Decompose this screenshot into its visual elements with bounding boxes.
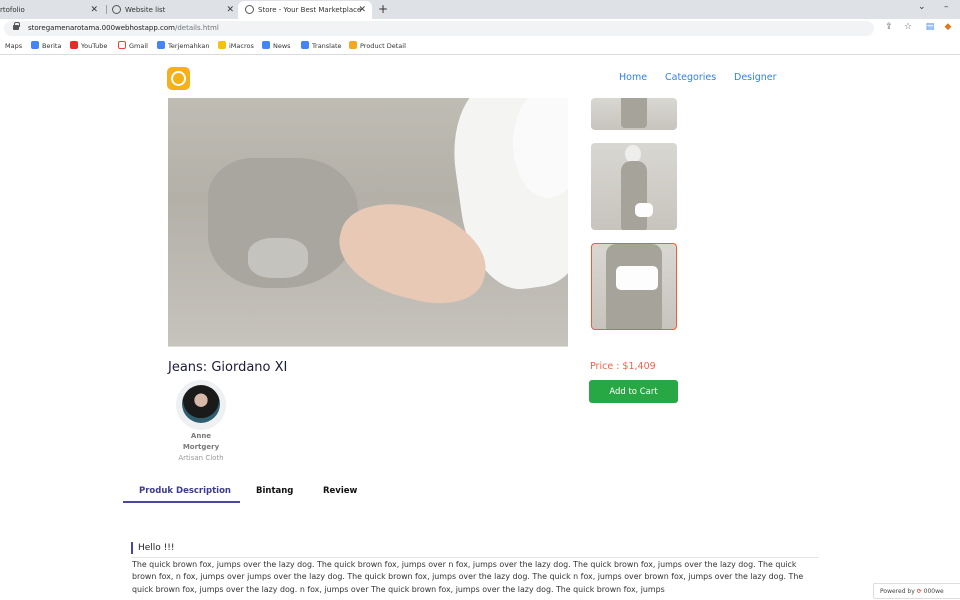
product-thumbnail-3-selected[interactable] xyxy=(591,243,677,330)
product-title: Jeans: Giordano XI xyxy=(168,360,288,375)
image-cuff xyxy=(248,238,308,278)
close-icon[interactable]: ✕ xyxy=(358,1,366,19)
bookmark-product-detail[interactable]: Product Detail xyxy=(349,38,406,55)
bookmark-maps[interactable]: Maps xyxy=(5,38,22,55)
bookmark-label: Product Detail xyxy=(360,42,406,50)
tab-title: Store - Your Best Marketplace xyxy=(258,6,362,14)
star-icon[interactable]: ☆ xyxy=(903,22,913,32)
nav-categories[interactable]: Categories xyxy=(665,72,716,83)
close-icon[interactable]: ✕ xyxy=(226,1,234,19)
product-main-image xyxy=(168,98,568,347)
bookmark-translate[interactable]: Translate xyxy=(301,38,342,55)
lock-icon xyxy=(13,22,20,30)
translate-icon xyxy=(301,41,309,49)
bookmark-label: Gmail xyxy=(129,42,148,50)
divider xyxy=(131,557,819,558)
bookmark-youtube[interactable]: YouTube xyxy=(70,38,107,55)
active-tab-indicator xyxy=(123,501,240,503)
browser-tab-website-list[interactable]: Website list ✕ xyxy=(112,1,240,19)
thumbnail-figure xyxy=(621,98,647,128)
bookmark-label: iMacros xyxy=(229,42,254,50)
site-logo[interactable] xyxy=(167,67,190,90)
youtube-icon xyxy=(70,41,78,49)
minimize-icon[interactable]: – xyxy=(944,2,949,12)
nav-home[interactable]: Home xyxy=(619,72,647,83)
browser-tab-strip: rtofolio ✕ Website list ✕ Store - Your B… xyxy=(0,0,960,19)
designer-avatar[interactable] xyxy=(182,385,220,423)
bookmark-gmail[interactable]: Gmail xyxy=(118,38,148,55)
product-thumbnail-2[interactable] xyxy=(591,143,677,230)
nav-designer[interactable]: Designer xyxy=(734,72,777,83)
news-icon xyxy=(262,41,270,49)
bookmark-label: Maps xyxy=(5,42,23,50)
bookmark-label: Berita xyxy=(42,42,62,50)
url-path: /details.html xyxy=(174,24,219,32)
tab-search-icon[interactable]: ⌄ xyxy=(918,2,926,12)
designer-name: Anne Mortgery xyxy=(170,431,232,453)
add-to-cart-button[interactable]: Add to Cart xyxy=(589,380,678,403)
description-heading: Hello !!! xyxy=(138,543,175,553)
share-icon[interactable]: ⇪ xyxy=(884,22,894,32)
close-icon[interactable]: ✕ xyxy=(90,1,98,19)
hosting-logo-icon: ⟳ xyxy=(916,588,922,595)
url-text: storegamenarotama.000webhostapp.com/deta… xyxy=(28,21,219,36)
folder-icon xyxy=(218,41,226,49)
tab-review[interactable]: Review xyxy=(323,486,357,496)
product-price: Price : $1,409 xyxy=(590,361,656,372)
bookmark-favicon-icon xyxy=(349,41,357,49)
globe-icon xyxy=(245,5,254,14)
product-thumbnail-1[interactable] xyxy=(591,98,677,130)
browser-tab-portfolio[interactable]: rtofolio ✕ xyxy=(0,1,104,19)
translate-icon xyxy=(157,41,165,49)
tab-separator xyxy=(106,5,107,14)
bookmark-label: News xyxy=(273,42,291,50)
address-bar[interactable]: storegamenarotama.000webhostapp.com/deta… xyxy=(4,21,874,36)
globe-icon xyxy=(112,5,121,14)
bookmark-berita[interactable]: Berita xyxy=(31,38,61,55)
bookmark-label: Terjemahkan xyxy=(168,42,210,50)
bookmarks-bar: Maps Berita YouTube Gmail Terjemahkan iM… xyxy=(0,38,960,55)
gmail-icon xyxy=(118,41,126,49)
designer-role: Artisan Cloth xyxy=(178,454,224,462)
bookmark-imacros[interactable]: iMacros xyxy=(218,38,254,55)
tab-title: rtofolio xyxy=(0,6,25,14)
url-host: storegamenarotama.000webhostapp.com xyxy=(28,24,175,32)
bookmark-news[interactable]: News xyxy=(262,38,291,55)
bookmark-label: Translate xyxy=(312,42,342,50)
designer-name-line1: Anne xyxy=(190,432,212,440)
heading-accent-bar xyxy=(131,542,133,554)
powered-by-badge[interactable]: Powered by ⟳ 000we xyxy=(873,583,960,599)
thumbnail-figure xyxy=(621,161,647,230)
translate-extension-icon[interactable]: ▤ xyxy=(925,22,935,32)
description-body: The quick brown fox, jumps over the lazy… xyxy=(132,560,804,594)
bookmark-terjemahkan[interactable]: Terjemahkan xyxy=(157,38,210,55)
designer-name-line2: Mortgery xyxy=(182,443,220,451)
browser-toolbar: storegamenarotama.000webhostapp.com/deta… xyxy=(0,19,960,38)
metamask-icon[interactable]: ◆ xyxy=(943,22,953,32)
browser-tab-store[interactable]: Store - Your Best Marketplace ✕ xyxy=(238,1,372,19)
tab-produk-description[interactable]: Produk Description xyxy=(139,486,231,496)
new-tab-icon[interactable]: + xyxy=(378,1,388,17)
thumbnail-sash xyxy=(635,203,653,217)
bookmark-label: YouTube xyxy=(81,42,108,50)
powered-by-brand: 000we xyxy=(923,588,944,595)
thumbnail-sash xyxy=(616,266,658,290)
tab-bintang[interactable]: Bintang xyxy=(256,486,293,496)
tab-title: Website list xyxy=(125,6,166,14)
powered-by-label: Powered by xyxy=(880,588,915,595)
news-icon xyxy=(31,41,39,49)
